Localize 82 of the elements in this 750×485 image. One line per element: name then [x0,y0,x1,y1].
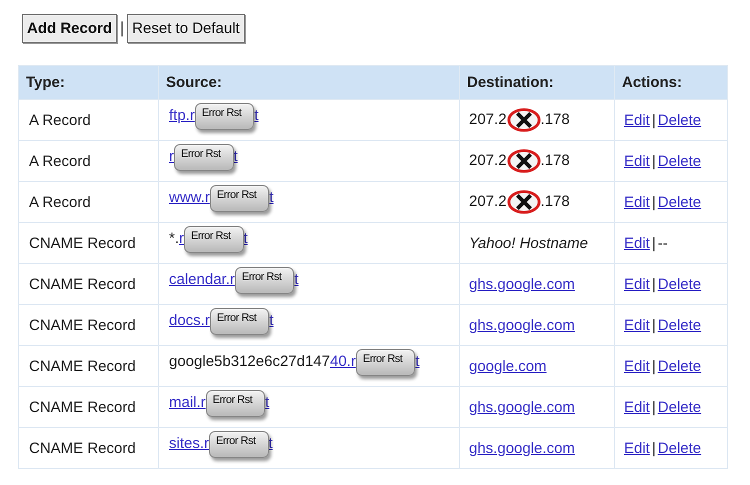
error-sticker: Error Rst [206,390,266,416]
separator-text: | [652,440,656,456]
action-link[interactable]: Delete [658,358,702,374]
source-link[interactable]: 40.r [330,352,356,370]
column-header: Type: [18,66,158,100]
source-text: google5b312e6c27d147 [169,352,330,370]
separator-text: | [652,152,656,170]
action-link[interactable]: Delete [658,440,702,456]
source-link[interactable]: sites.r [169,434,210,452]
table-cell: A Record [18,100,158,140]
action-link[interactable]: Edit [624,194,650,210]
action-link[interactable]: Delete [658,276,702,292]
table-cell: CNAME Record [18,346,158,386]
table-cell: CNAME Record [18,222,158,264]
source-link[interactable]: calendar.r [169,270,235,288]
separator-text: | [652,112,656,128]
separator-text: | [652,316,656,334]
x-mark-icon [506,189,541,215]
table-cell: CNAME Record [18,264,158,304]
table-cell: CNAME Record [18,428,158,468]
source-link[interactable]: t [265,394,270,410]
action-link[interactable]: Delete [658,316,702,334]
action-link[interactable]: Edit [624,358,650,374]
separator-text: | [652,194,656,210]
table-cell: CNAME Record [18,386,158,428]
source-link[interactable]: ftp.r [169,106,195,124]
error-sticker: Error Rst [356,348,416,376]
source-link[interactable]: t [269,312,274,328]
ip-text: .178 [540,110,570,128]
source-link[interactable]: mail.r [169,394,206,410]
source-link[interactable]: t [268,434,273,452]
action-text: -- [658,234,668,252]
action-link[interactable]: Edit [624,398,650,416]
source-link[interactable]: t [254,106,259,124]
action-link[interactable]: Delete [658,152,702,170]
x-mark-icon [506,148,541,174]
separator-text: | [652,276,656,292]
ip-text: 207.2 [469,152,507,169]
source-link[interactable]: www.r [169,188,210,206]
ip-text: 207.2 [469,192,507,210]
error-sticker: Error Rst [209,430,269,458]
separator-text: | [652,358,656,374]
table-cell: A Record [18,140,158,182]
action-link[interactable]: Delete [658,194,702,210]
action-link[interactable]: Delete [658,398,702,416]
column-header: Actions: [614,66,728,100]
separator-text: | [120,20,124,38]
source-link[interactable]: r [169,148,174,164]
source-link[interactable]: r [179,230,184,246]
error-sticker: Error Rst [194,102,254,130]
source-text: *. [169,230,180,246]
error-sticker: Error Rst [234,266,294,294]
source-link[interactable]: docs.r [169,312,210,328]
action-link[interactable]: Edit [624,152,650,170]
toolbar-button[interactable]: Reset to Default [127,14,245,43]
column-header: Destination: [460,66,614,100]
destination-note: Yahoo! Hostname [469,234,588,252]
action-link[interactable]: Edit [624,112,650,128]
error-sticker: Error Rst [210,308,270,334]
action-link[interactable]: Delete [658,112,702,128]
toolbar-button[interactable]: Add Record [22,14,118,43]
ip-text: 207.2 [469,110,507,128]
separator-text: | [652,398,656,416]
separator-text: | [652,234,656,252]
action-link[interactable]: Edit [624,234,650,252]
action-link[interactable]: Edit [624,276,650,292]
error-sticker: Error Rst [174,144,234,170]
source-link[interactable]: t [244,230,248,246]
source-link[interactable]: t [415,352,420,370]
column-header: Source: [158,66,460,100]
action-link[interactable]: Edit [624,440,650,456]
table-cell: A Record [18,182,158,222]
x-mark-icon [506,107,541,133]
source-link[interactable]: t [294,270,299,288]
source-link[interactable]: t [234,148,238,164]
table-cell: CNAME Record [18,304,158,346]
error-sticker: Error Rst [184,226,244,252]
source-link[interactable]: t [269,188,274,206]
ip-text: .178 [540,192,570,210]
error-sticker: Error Rst [210,184,270,212]
ip-text: .178 [540,152,570,169]
action-link[interactable]: Edit [624,316,650,334]
